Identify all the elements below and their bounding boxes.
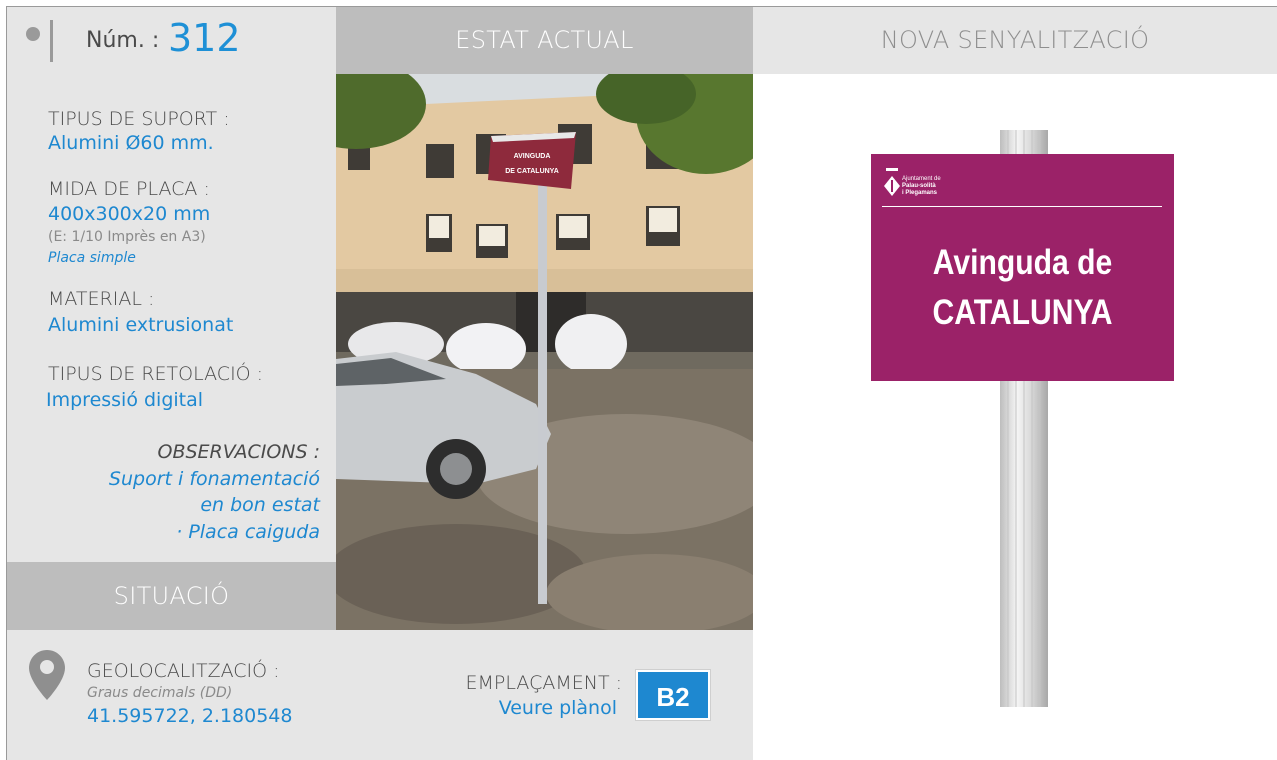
placement-label: EMPLAÇAMENT : <box>465 672 622 694</box>
observations-line-3: · Placa caiguda <box>176 521 320 543</box>
municipal-logo-text: Ajuntament de Palau-solità i Plegamans <box>902 176 941 197</box>
material-label: MATERIAL : <box>48 288 155 310</box>
record-number-label: Núm. : <box>86 28 160 53</box>
street-photo: AVINGUDA DE CATALUNYA <box>336 74 753 630</box>
plate-size-value: 400x300x20 mm <box>48 203 211 225</box>
support-type-label: TIPUS DE SUPORT : <box>48 108 230 130</box>
record-number-value: 312 <box>168 16 241 60</box>
new-sign-line-2: CATALUNYA <box>932 293 1113 332</box>
photo-sign-line-1: AVINGUDA <box>514 153 551 160</box>
current-state-photo: AVINGUDA DE CATALUNYA <box>336 74 753 630</box>
observations-line-1: Suport i fonamentació <box>108 468 320 490</box>
observations-line-2: en bon estat <box>200 494 320 516</box>
logo-line-2: Palau-solità <box>902 183 936 189</box>
current-state-title: ESTAT ACTUAL <box>455 26 634 54</box>
new-signage-title: NOVA SENYALITZACIÓ <box>880 26 1150 54</box>
lettering-label: TIPUS DE RETOLACIÓ : <box>48 363 264 385</box>
support-type-value: Alumini Ø60 mm. <box>48 132 214 154</box>
current-state-header: ESTAT ACTUAL <box>336 7 753 74</box>
logo-line-1: Ajuntament de <box>902 176 941 182</box>
sign-divider <box>882 206 1162 207</box>
plate-kind: Placa simple <box>48 250 136 266</box>
record-dot-icon <box>26 27 40 41</box>
new-sign-line-1: Avinguda de <box>932 243 1113 282</box>
info-panel: TIPUS DE SUPORT : Alumini Ø60 mm. MIDA D… <box>7 74 336 562</box>
placement-code-badge: B2 <box>635 669 711 721</box>
lettering-value: Impressió digital <box>46 389 204 411</box>
geolocation-format: Graus decimals (DD) <box>87 685 233 701</box>
logo-line-3: i Plegamans <box>902 190 938 196</box>
situation-title: SITUACIÓ <box>113 582 230 610</box>
situation-header: SITUACIÓ <box>7 562 336 630</box>
photo-sign-line-2: DE CATALUNYA <box>505 168 559 175</box>
observations-label: OBSERVACIONS : <box>157 441 320 463</box>
record-divider <box>50 20 53 62</box>
geolocation-value: 41.595722, 2.180548 <box>87 705 293 727</box>
map-pin-icon <box>29 650 65 700</box>
municipal-crest-icon <box>884 168 900 196</box>
plate-size-label: MIDA DE PLACA : <box>48 178 210 200</box>
placement-map-link[interactable]: Veure plànol <box>499 697 617 719</box>
plate-scale-note: (E: 1/10 Imprès en A3) <box>48 229 206 245</box>
new-signage-header: NOVA SENYALITZACIÓ <box>753 7 1277 74</box>
new-sign-text: Avinguda de CATALUNYA <box>892 238 1153 338</box>
geolocation-label: GEOLOCALITZACIÓ : <box>87 660 280 682</box>
material-value: Alumini extrusionat <box>48 314 234 336</box>
